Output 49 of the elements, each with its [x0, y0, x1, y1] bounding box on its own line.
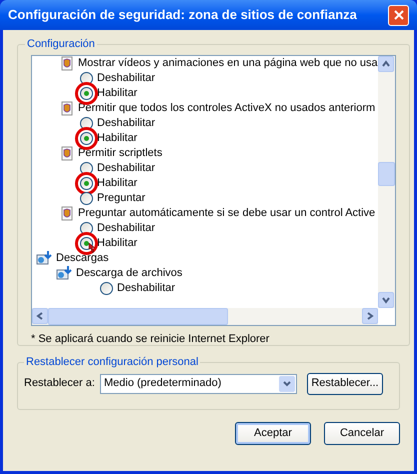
group-title: Restablecer configuración personal	[25, 355, 200, 370]
shield-icon	[60, 146, 74, 160]
scroll-right-button[interactable]	[362, 308, 378, 324]
group-title: Configuración	[26, 37, 96, 52]
option-label: Habilitar	[97, 130, 138, 146]
radio-button[interactable]	[80, 176, 93, 190]
ok-button[interactable]: Aceptar	[235, 422, 311, 445]
shield-icon	[60, 100, 74, 116]
radio-button[interactable]	[100, 282, 113, 294]
setting-label: Permitir que todos los controles ActiveX no usados anteriorm	[78, 100, 376, 116]
setting-label: Mostrar vídeos y animaciones en una página web que no usa	[78, 56, 378, 71]
close-icon	[394, 10, 404, 20]
category-label: Descargas	[56, 250, 109, 266]
option-label: Deshabilitar	[97, 160, 156, 176]
category-label: Descarga de archivos	[76, 266, 182, 281]
footnote: * Se aplicará cuando se reinicie Internet Explorer	[31, 332, 270, 346]
option-label: Habilitar	[97, 86, 138, 101]
vertical-scrollbar[interactable]	[378, 56, 395, 308]
option-label: Deshabilitar	[97, 70, 156, 86]
radio-button[interactable]	[80, 132, 93, 144]
setting-label: Permitir scriptlets	[78, 146, 162, 161]
option-label: Preguntar	[97, 190, 146, 206]
radio-button[interactable]	[80, 86, 93, 100]
reset-button[interactable]: Restablecer...	[307, 372, 383, 394]
shield-icon	[60, 206, 74, 220]
close-button[interactable]	[388, 4, 409, 26]
horizontal-scrollbar[interactable]	[32, 308, 378, 324]
setting-label: Preguntar automáticamente si se debe usar un control Active	[78, 206, 376, 221]
option-label: Deshabilitar	[97, 116, 156, 131]
download-icon	[56, 265, 74, 281]
radio-button[interactable]	[80, 162, 93, 174]
scroll-up-button[interactable]	[378, 56, 394, 72]
scroll-left-button[interactable]	[32, 308, 48, 324]
radio-button[interactable]	[80, 192, 93, 204]
level-dropdown[interactable]: Medio (predeterminado)	[100, 374, 297, 394]
option-label: Habilitar	[97, 176, 138, 191]
option-label: Habilitar	[97, 236, 138, 251]
download-icon	[36, 250, 54, 266]
radio-button[interactable]	[80, 222, 93, 234]
scroll-down-button[interactable]	[378, 292, 394, 308]
radio-button[interactable]	[80, 72, 93, 84]
field-label: Restablecer a:	[24, 376, 96, 392]
cancel-button[interactable]: Cancelar	[324, 422, 400, 445]
scroll-thumb[interactable]	[48, 308, 228, 324]
radio-button[interactable]	[80, 116, 93, 130]
option-label: Deshabilitar	[117, 280, 176, 296]
window-title: Configuración de seguridad: zona de sitios de confianza	[8, 6, 357, 24]
scroll-thumb[interactable]	[378, 162, 395, 186]
option-label: Deshabilitar	[97, 220, 156, 236]
